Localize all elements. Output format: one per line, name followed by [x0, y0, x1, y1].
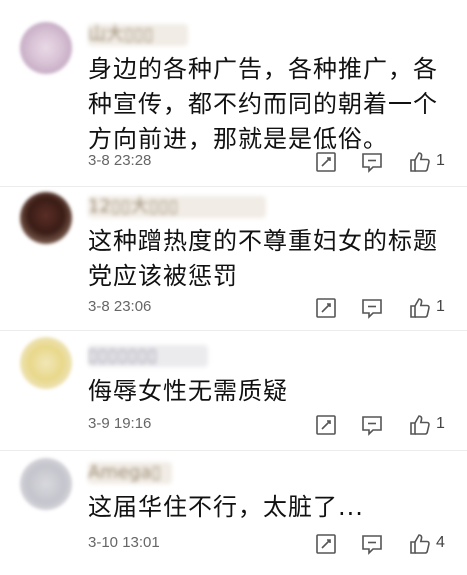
edit-icon[interactable] [314, 150, 338, 174]
comment-text-line: 党应该被惩罚 [88, 262, 238, 290]
avatar[interactable] [20, 22, 72, 74]
comment-meta: 3-10 13:01 4 [88, 532, 458, 558]
comment-meta: 3-8 23:06 1 [88, 296, 458, 322]
comment-text-line: 这种蹭热度的不尊重妇女的标题 [88, 227, 438, 255]
username[interactable]: Amega▯ [88, 462, 172, 484]
comment-meta: 3-8 23:28 1 [88, 150, 458, 176]
comment-text: 侮辱女性无需质疑 [88, 374, 458, 409]
comment-meta: 3-9 19:16 1 [88, 413, 458, 439]
edit-icon[interactable] [314, 296, 338, 320]
avatar[interactable] [20, 337, 72, 389]
comment-time: 3-8 23:06 [88, 298, 152, 315]
username[interactable]: ▯▯▯▯▯▯▯ [88, 345, 208, 367]
reply-icon[interactable] [360, 150, 384, 174]
avatar[interactable] [20, 192, 72, 244]
comment-text: 这种蹭热度的不尊重妇女的标题 党应该被惩罚 [88, 224, 458, 294]
edit-icon[interactable] [314, 413, 338, 437]
like-count: 1 [436, 415, 445, 432]
username[interactable]: 12▯▯大▯▯▯ [88, 196, 266, 218]
like-count: 1 [436, 152, 445, 169]
divider [0, 186, 467, 187]
like-icon[interactable] [408, 296, 432, 320]
like-icon[interactable] [408, 150, 432, 174]
comment-text: 身边的各种广告，各种推广，各 种宣传，都不约而同的朝着一个 方向前进，那就是是低… [88, 52, 458, 157]
comment-time: 3-10 13:01 [88, 534, 160, 551]
like-icon[interactable] [408, 413, 432, 437]
like-icon[interactable] [408, 532, 432, 556]
username[interactable]: 山大▯▯▯ [88, 24, 188, 46]
like-count: 1 [436, 298, 445, 315]
reply-icon[interactable] [360, 296, 384, 320]
divider [0, 330, 467, 331]
like-count: 4 [436, 534, 445, 551]
comment-text-line: 种宣传，都不约而同的朝着一个 [88, 90, 438, 118]
reply-icon[interactable] [360, 532, 384, 556]
comment-text: 这届华住不行，太脏了... [88, 490, 458, 525]
comment-text-line: 这届华住不行，太脏了... [88, 493, 364, 521]
comment-time: 3-8 23:28 [88, 152, 152, 169]
edit-icon[interactable] [314, 532, 338, 556]
comment-text-line: 身边的各种广告，各种推广，各 [88, 55, 438, 83]
divider [0, 450, 467, 451]
comment-time: 3-9 19:16 [88, 415, 152, 432]
comment-text-line: 侮辱女性无需质疑 [88, 377, 288, 405]
reply-icon[interactable] [360, 413, 384, 437]
avatar[interactable] [20, 458, 72, 510]
